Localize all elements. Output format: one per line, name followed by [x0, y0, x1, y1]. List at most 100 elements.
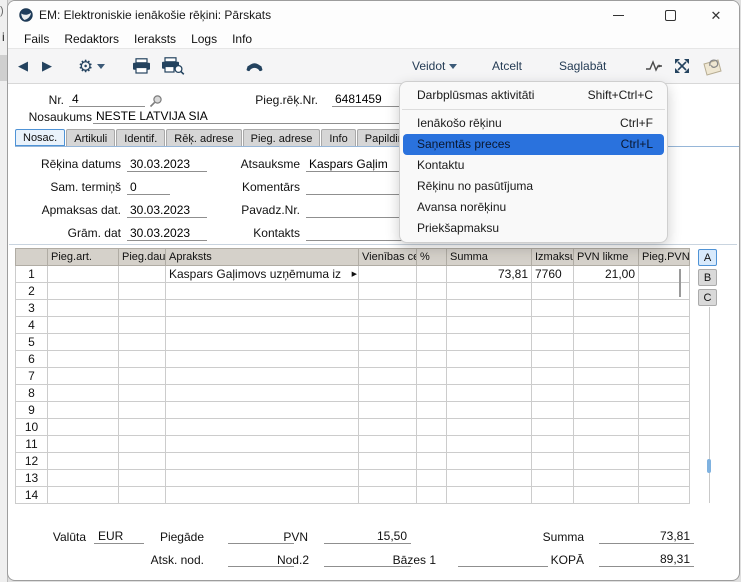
cell-summa[interactable] [447, 487, 532, 504]
cell-izmaksu_konts[interactable] [532, 453, 574, 470]
cell-summa[interactable] [447, 436, 532, 453]
cell-izmaksu_konts[interactable] [532, 283, 574, 300]
cell-pieg_daudz[interactable] [119, 300, 166, 317]
cell-apraksts[interactable] [166, 283, 359, 300]
cell-pvn_likme[interactable] [574, 487, 639, 504]
cell-vienibas_cena[interactable] [359, 453, 417, 470]
column-header-pct[interactable]: % [417, 249, 447, 266]
close-button[interactable]: ✕ [700, 1, 732, 29]
tab-pieg-adrese[interactable]: Pieg. adrese [243, 129, 321, 146]
cell-pvn_likme[interactable] [574, 402, 639, 419]
title-bar[interactable]: EM: Elektroniskie ienākošie rēķini: Pārs… [8, 1, 739, 29]
cell-summa[interactable] [447, 351, 532, 368]
cell-izmaksu_konts[interactable] [532, 334, 574, 351]
cell-apraksts[interactable] [166, 470, 359, 487]
cell-pct[interactable] [417, 470, 447, 487]
cell-pieg_daudz[interactable] [119, 453, 166, 470]
cell-pieg_daudz[interactable] [119, 334, 166, 351]
tab-info[interactable]: Info [321, 129, 355, 146]
cell-pct[interactable] [417, 402, 447, 419]
column-header-summa[interactable]: Summa [447, 249, 532, 266]
matrix-flip-b-button[interactable]: B [698, 269, 717, 286]
cell-pvn_likme[interactable] [574, 334, 639, 351]
cell-pct[interactable] [417, 266, 447, 283]
cell-num[interactable]: 9 [16, 402, 48, 419]
cell-pvn_likme[interactable] [574, 317, 639, 334]
cell-pieg_daudz[interactable] [119, 351, 166, 368]
menu-item-priekšapmaksu[interactable]: Priekšapmaksu [400, 218, 667, 239]
scrollbar-track[interactable] [709, 307, 710, 503]
cell-summa[interactable] [447, 470, 532, 487]
table-scrollbar-thumb[interactable] [679, 269, 681, 297]
cell-vienibas_cena[interactable] [359, 283, 417, 300]
cell-izmaksu_konts[interactable] [532, 351, 574, 368]
cell-apraksts[interactable] [166, 419, 359, 436]
menubar-item-fails[interactable]: Fails [18, 32, 55, 46]
cell-pct[interactable] [417, 385, 447, 402]
cell-num[interactable]: 14 [16, 487, 48, 504]
menubar-item-ieraksts[interactable]: Ieraksts [128, 32, 182, 46]
cell-pct[interactable] [417, 487, 447, 504]
cell-pvn_likme[interactable] [574, 368, 639, 385]
cell-izmaksu_konts[interactable] [532, 385, 574, 402]
cell-summa[interactable] [447, 453, 532, 470]
cell-vienibas_cena[interactable] [359, 351, 417, 368]
saglabat-button[interactable]: Saglabāt [559, 49, 606, 83]
cell-pieg_pvn_kods[interactable] [639, 266, 690, 283]
cell-num[interactable]: 10 [16, 419, 48, 436]
cell-pieg_pvn_kods[interactable] [639, 385, 690, 402]
expand-button[interactable] [674, 49, 690, 83]
cell-izmaksu_konts[interactable] [532, 300, 574, 317]
cell-apraksts[interactable] [166, 402, 359, 419]
cell-pieg_art[interactable] [48, 402, 119, 419]
cell-num[interactable]: 1 [16, 266, 48, 283]
cell-num[interactable]: 13 [16, 470, 48, 487]
veidot-dropdown-button[interactable]: Veidot [412, 49, 457, 83]
cell-summa[interactable]: 73,81 [447, 266, 532, 283]
cell-pieg_art[interactable] [48, 453, 119, 470]
cell-izmaksu_konts[interactable] [532, 487, 574, 504]
maximize-button[interactable] [654, 1, 686, 29]
menu-item-rēķinu-no-pasūtījuma[interactable]: Rēķinu no pasūtījuma [400, 176, 667, 197]
menu-item-ienākošo-rēķinu[interactable]: Ienākošo rēķinuCtrl+F [400, 113, 667, 134]
column-header-pieg_art[interactable]: Pieg.art. [48, 249, 119, 266]
cell-pvn_likme[interactable] [574, 283, 639, 300]
cell-vienibas_cena[interactable] [359, 385, 417, 402]
cell-pieg_pvn_kods[interactable] [639, 283, 690, 300]
cell-pieg_daudz[interactable] [119, 283, 166, 300]
cell-pieg_daudz[interactable] [119, 317, 166, 334]
komentars-input[interactable] [306, 180, 406, 195]
paste-special-magnifier-icon[interactable] [149, 94, 163, 108]
cell-apraksts[interactable] [166, 334, 359, 351]
cell-pvn_likme[interactable]: 21,00 [574, 266, 639, 283]
cell-summa[interactable] [447, 317, 532, 334]
pavadz-nr-input[interactable] [306, 203, 406, 218]
menubar-item-info[interactable]: Info [226, 32, 258, 46]
cell-summa[interactable] [447, 283, 532, 300]
cell-vienibas_cena[interactable] [359, 470, 417, 487]
tab-identif[interactable]: Identif. [116, 129, 165, 146]
cell-pvn_likme[interactable] [574, 453, 639, 470]
cell-pieg_pvn_kods[interactable] [639, 436, 690, 453]
atcelt-button[interactable]: Atcelt [492, 49, 522, 83]
forward-button[interactable]: ▶ [42, 49, 52, 83]
cell-apraksts[interactable] [166, 351, 359, 368]
cell-pct[interactable] [417, 300, 447, 317]
cell-pieg_pvn_kods[interactable] [639, 334, 690, 351]
cell-vienibas_cena[interactable] [359, 334, 417, 351]
cell-summa[interactable] [447, 402, 532, 419]
tab-nosac[interactable]: Nosac. [15, 129, 65, 146]
print-preview-button[interactable] [161, 49, 185, 83]
cell-pieg_pvn_kods[interactable] [639, 487, 690, 504]
cell-pvn_likme[interactable] [574, 300, 639, 317]
cell-pieg_art[interactable] [48, 351, 119, 368]
cell-num[interactable]: 11 [16, 436, 48, 453]
cell-num[interactable]: 6 [16, 351, 48, 368]
cell-num[interactable]: 4 [16, 317, 48, 334]
cell-apraksts[interactable] [166, 385, 359, 402]
cell-pvn_likme[interactable] [574, 385, 639, 402]
cell-summa[interactable] [447, 300, 532, 317]
cell-pieg_pvn_kods[interactable] [639, 470, 690, 487]
cell-pieg_pvn_kods[interactable] [639, 453, 690, 470]
cell-summa[interactable] [447, 334, 532, 351]
